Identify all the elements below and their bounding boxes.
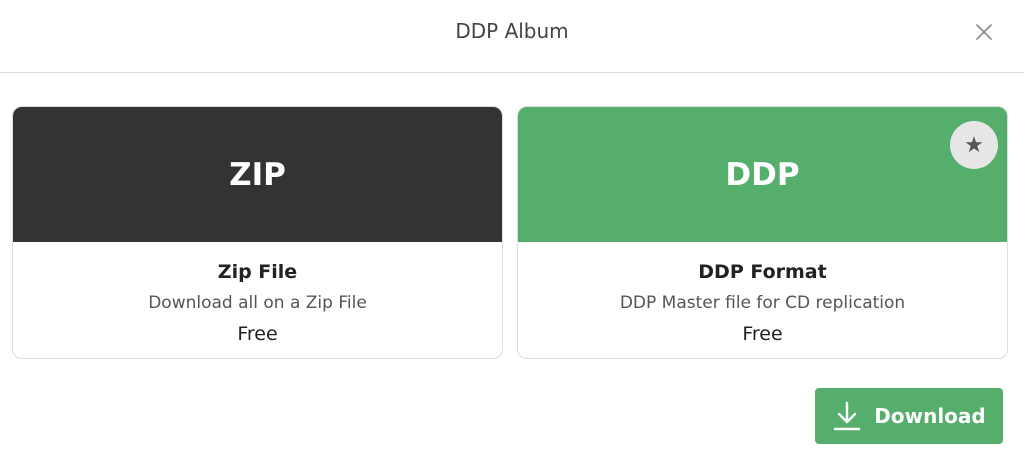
ddp-album-dialog: DDP Album ZIP Zip File Download all on a… (0, 0, 1024, 467)
zip-banner: ZIP (13, 107, 502, 242)
dialog-title: DDP Album (455, 19, 569, 43)
ddp-option-description: DDP Master file for CD replication (619, 293, 906, 313)
close-icon (976, 24, 992, 40)
ddp-option-name: DDP Format (698, 261, 827, 283)
download-icon (834, 401, 861, 431)
star-icon: ★ (950, 121, 998, 169)
zip-option-description: Download all on a Zip File (148, 293, 367, 313)
zip-option-name: Zip File (217, 261, 298, 283)
close-button[interactable] (970, 18, 998, 46)
zip-option-price: Free (237, 323, 278, 345)
zip-option-card[interactable]: ZIP Zip File Download all on a Zip File … (12, 106, 503, 359)
ddp-option-card[interactable]: DDP ★ DDP Format DDP Master file for CD … (517, 106, 1008, 359)
ddp-banner: DDP (518, 107, 1007, 242)
download-button[interactable]: Download (815, 388, 1003, 444)
download-label: Download (874, 404, 986, 428)
ddp-option-price: Free (742, 323, 783, 345)
dialog-header: DDP Album (0, 0, 1024, 73)
